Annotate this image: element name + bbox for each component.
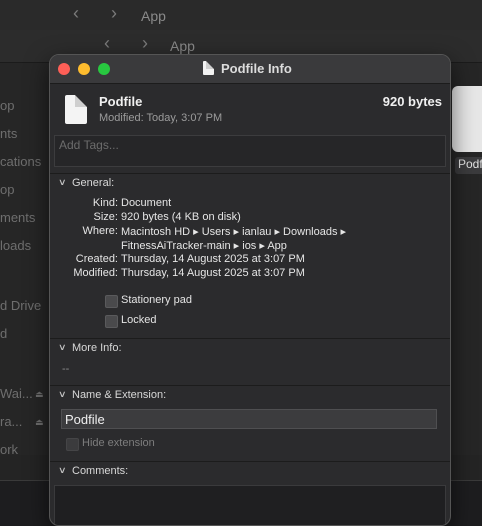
sidebar-item[interactable]: cations — [0, 154, 41, 169]
zoom-button[interactable] — [98, 63, 110, 75]
chevron-down-icon[interactable]: ∨ — [58, 389, 67, 400]
general-section-header[interactable]: ∨ General: — [50, 173, 450, 194]
info-titlebar[interactable]: Podfile Info — [50, 55, 450, 84]
file-modified-summary: Modified: Today, 3:07 PM — [99, 112, 223, 124]
background-toolbar: ‹ › App — [0, 0, 482, 31]
back-arrow-icon[interactable]: ‹ — [73, 3, 79, 24]
sidebar-item[interactable]: ra... — [0, 414, 22, 429]
locked-checkbox[interactable] — [105, 315, 118, 328]
minimize-button[interactable] — [78, 63, 90, 75]
info-row-where-continued: FitnessAiTracker-main ▸ ios ▸ App — [50, 239, 450, 253]
info-value: Thursday, 14 August 2025 at 3:07 PM — [121, 253, 305, 265]
tags-input[interactable] — [55, 136, 445, 166]
sidebar-item[interactable]: loads — [0, 238, 31, 253]
info-window: Podfile Info Podfile 920 bytes Modified:… — [49, 54, 451, 526]
info-key: Size: — [93, 211, 118, 223]
locked-label[interactable]: Locked — [121, 314, 156, 326]
sidebar-item[interactable]: ork — [0, 442, 18, 457]
info-value: Thursday, 14 August 2025 at 3:07 PM — [121, 267, 305, 279]
comments-section-header[interactable]: ∨ Comments: — [50, 461, 450, 482]
document-icon — [203, 61, 214, 75]
sidebar-item[interactable]: ments — [0, 210, 35, 225]
name-field[interactable] — [61, 409, 437, 429]
back-arrow-icon[interactable]: ‹ — [104, 33, 110, 54]
sidebar-item[interactable]: d — [0, 326, 7, 341]
hide-extension-checkbox[interactable] — [66, 438, 79, 451]
file-size: 920 bytes — [382, 94, 442, 109]
eject-icon[interactable]: ⏏ — [35, 417, 44, 428]
comments-section-label: Comments: — [72, 465, 129, 477]
info-key: Created: — [75, 253, 118, 265]
info-value: 920 bytes (4 KB on disk) — [121, 211, 241, 223]
more-info-section-header[interactable]: ∨ More Info: — [50, 338, 450, 359]
sidebar-item[interactable]: op — [0, 98, 14, 113]
info-window-title: Podfile Info — [221, 61, 292, 76]
hide-extension-label[interactable]: Hide extension — [82, 437, 155, 449]
stationery-pad-label[interactable]: Stationery pad — [121, 294, 192, 306]
info-key: Modified: — [73, 267, 118, 279]
tags-field[interactable] — [54, 135, 446, 167]
forward-arrow-icon[interactable]: › — [111, 3, 117, 24]
forward-arrow-icon[interactable]: › — [142, 33, 148, 54]
name-extension-section-header[interactable]: ∨ Name & Extension: — [50, 385, 450, 406]
file-thumbnail-label[interactable]: Podf — [455, 157, 482, 174]
general-section-label: General: — [72, 177, 115, 189]
stationery-pad-checkbox[interactable] — [105, 295, 118, 308]
close-button[interactable] — [58, 63, 70, 75]
info-key: Where: — [82, 225, 118, 237]
chevron-down-icon[interactable]: ∨ — [58, 465, 67, 476]
more-info-section-label: More Info: — [72, 342, 122, 354]
chevron-down-icon[interactable]: ∨ — [58, 177, 67, 188]
sidebar-item[interactable]: nts — [0, 126, 17, 141]
sidebar-item[interactable]: d Drive — [0, 298, 41, 313]
info-value: FitnessAiTracker-main ▸ ios ▸ App — [121, 240, 287, 252]
info-value: Document — [121, 197, 172, 209]
info-row-created: Created: Thursday, 14 August 2025 at 3:0… — [50, 253, 450, 267]
info-row-where: Where: Macintosh HD ▸ Users ▸ ianlau ▸ D… — [50, 225, 450, 239]
finder-window-title: App — [170, 38, 195, 54]
info-value: Macintosh HD ▸ Users ▸ ianlau ▸ Download… — [121, 226, 347, 238]
info-row-size: Size: 920 bytes (4 KB on disk) — [50, 211, 450, 225]
info-row-modified: Modified: Thursday, 14 August 2025 at 3:… — [50, 267, 450, 281]
more-info-value: -- — [62, 363, 70, 375]
sidebar-item[interactable]: op — [0, 182, 14, 197]
info-key: Kind: — [92, 197, 118, 209]
name-input[interactable] — [62, 410, 436, 428]
eject-icon[interactable]: ⏏ — [35, 389, 44, 400]
info-row-kind: Kind: Document — [50, 197, 450, 211]
file-name: Podfile — [99, 94, 143, 109]
file-document-icon — [65, 95, 87, 124]
sidebar-item[interactable]: Wai... — [0, 386, 33, 401]
chevron-down-icon[interactable]: ∨ — [58, 342, 67, 353]
background-window-title: App — [141, 8, 166, 24]
file-thumbnail-icon[interactable] — [452, 86, 482, 152]
name-extension-section-label: Name & Extension: — [72, 389, 167, 401]
